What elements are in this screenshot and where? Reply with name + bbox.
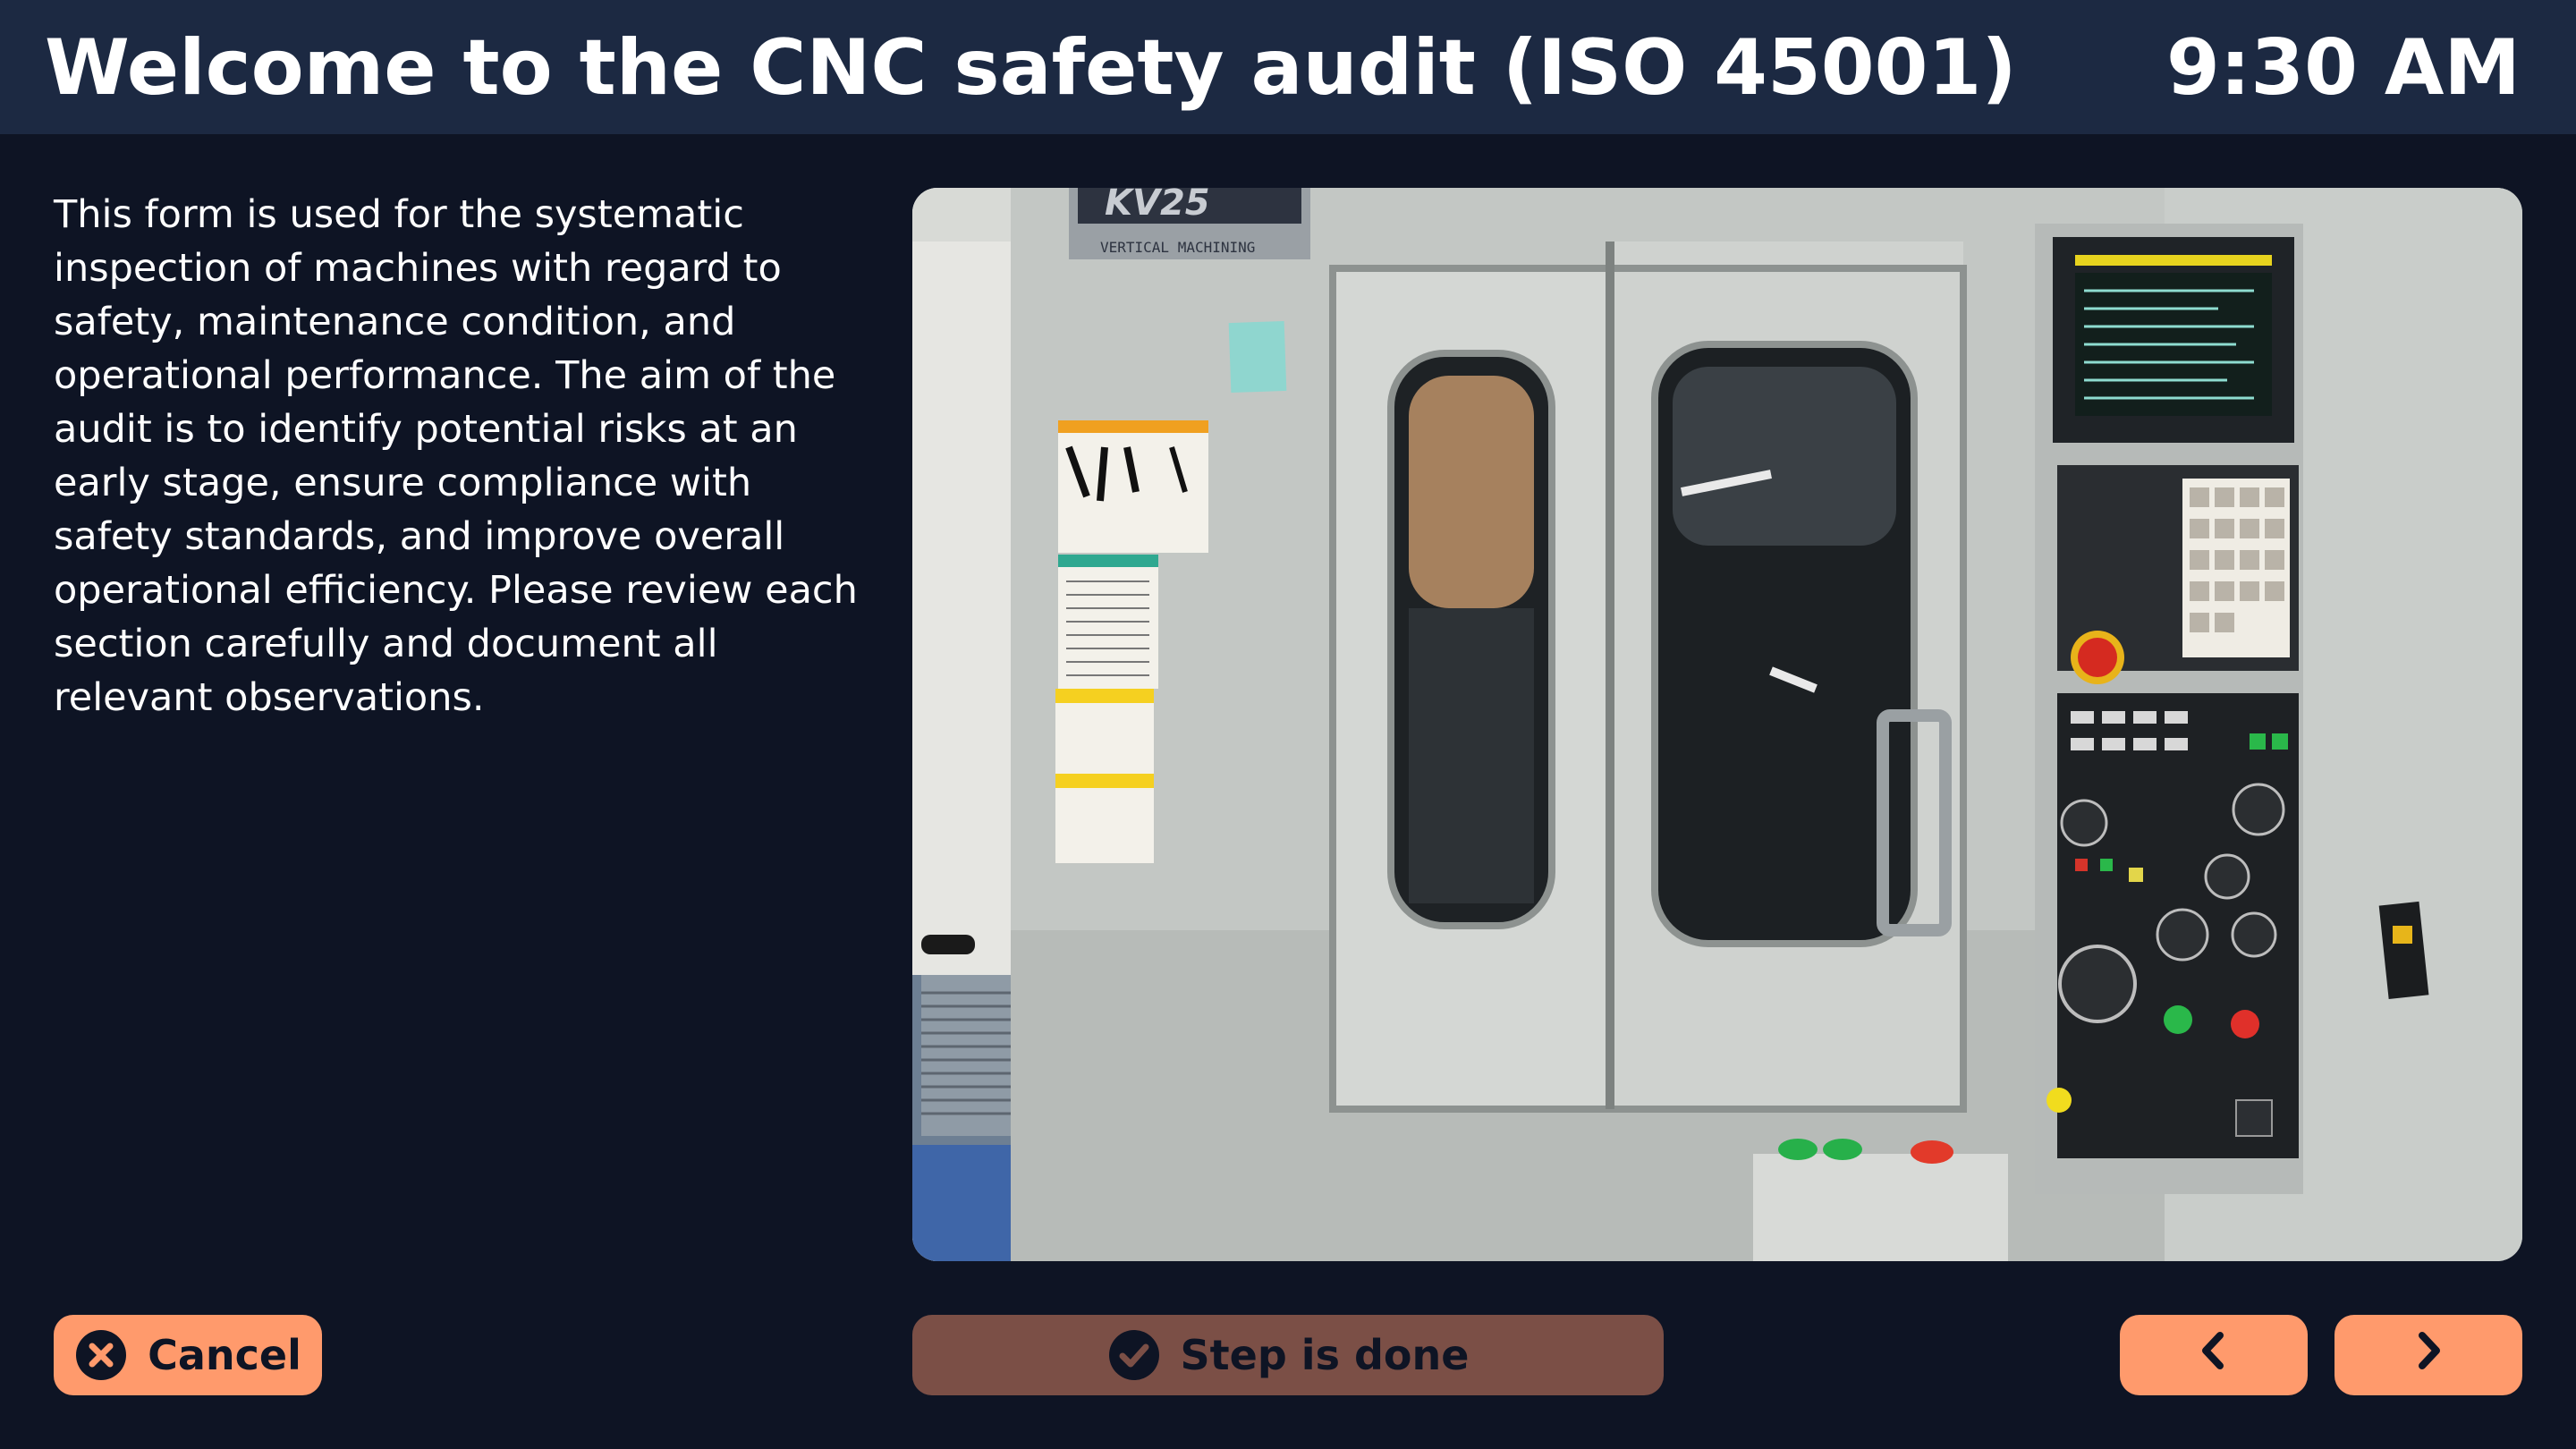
step-done-label: Step is done	[1180, 1331, 1470, 1379]
chevron-right-icon	[2404, 1326, 2453, 1385]
header-bar: Welcome to the CNC safety audit (ISO 450…	[0, 0, 2576, 134]
next-button[interactable]	[2334, 1315, 2522, 1395]
page-title: Welcome to the CNC safety audit (ISO 450…	[45, 23, 2017, 113]
chevron-left-icon	[2190, 1326, 2238, 1385]
check-circle-icon	[1107, 1328, 1161, 1382]
svg-text:VERTICAL MACHINING: VERTICAL MACHINING	[1100, 239, 1255, 256]
svg-text:KV25: KV25	[1105, 188, 1210, 224]
audit-description: This form is used for the systematic ins…	[54, 192, 858, 720]
close-circle-icon	[74, 1328, 128, 1382]
step-done-button[interactable]: Step is done	[912, 1315, 1664, 1395]
cancel-button[interactable]: Cancel	[54, 1315, 322, 1395]
previous-button[interactable]	[2120, 1315, 2308, 1395]
machine-photo: KV25 VERTICAL MACHINING	[912, 188, 2522, 1261]
cancel-button-label: Cancel	[148, 1331, 301, 1379]
clock: 9:30 AM	[2166, 23, 2521, 113]
